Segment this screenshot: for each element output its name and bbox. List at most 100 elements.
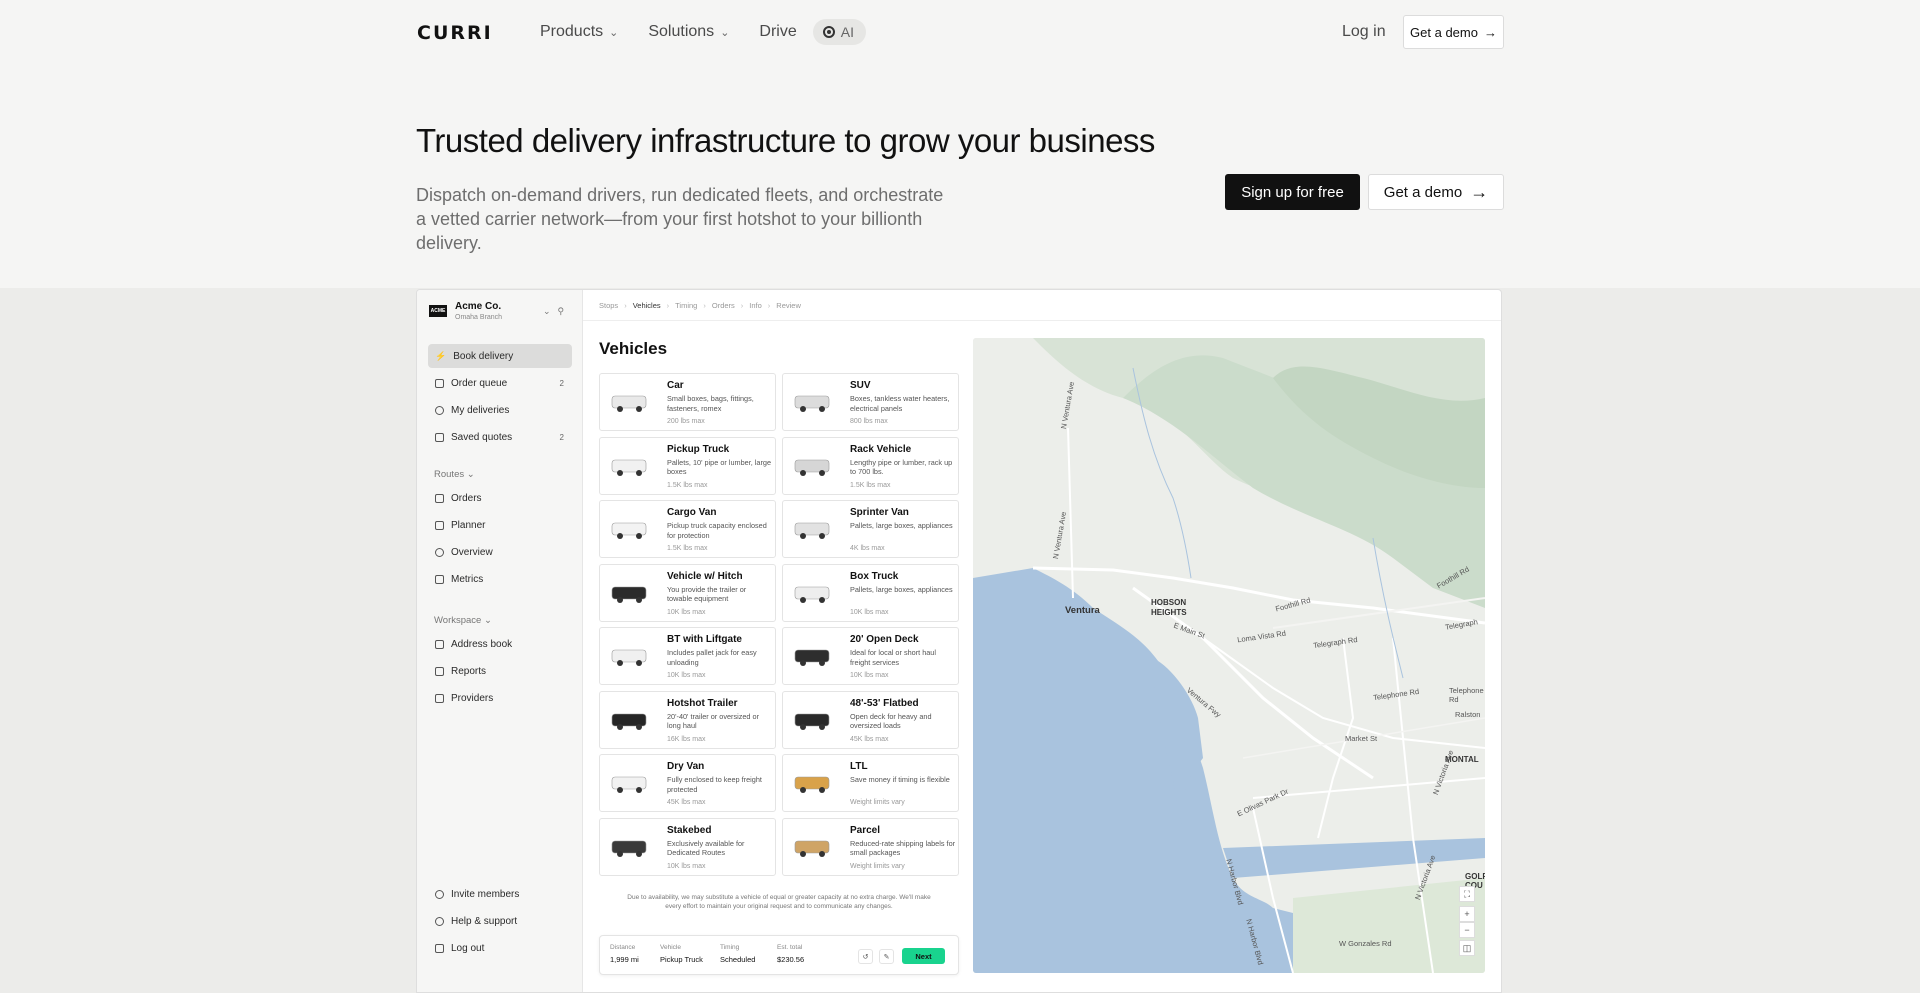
crumb-info[interactable]: Info (749, 301, 762, 310)
search-icon[interactable]: ⚲ (558, 306, 565, 317)
map-layers-button[interactable]: ◫ (1459, 940, 1475, 956)
fullscreen-button[interactable]: ⛶ (1459, 886, 1475, 902)
crumb-stops[interactable]: Stops (599, 301, 618, 310)
sidebar-label: Planner (451, 519, 486, 531)
chevron-right-icon: › (666, 300, 670, 310)
org-switcher[interactable]: ACME Acme Co. Omaha Branch (429, 301, 502, 321)
edit-button[interactable]: ✎ (879, 949, 894, 964)
vehicle-desc: Ideal for local or short haul freight se… (850, 648, 936, 667)
vehicle-car-icon (611, 395, 647, 412)
top-nav: CURRI Products ⌄ Solutions ⌄ Drive AI Log … (0, 0, 1920, 64)
vehicle-name: Rack Vehicle (850, 443, 912, 455)
route-map[interactable]: N Ventura Ave N Ventura Ave Ventura HOBS… (973, 338, 1485, 973)
login-link[interactable]: Log in (1342, 23, 1386, 41)
vehicle-desc: Save money if timing is flexible (850, 775, 950, 784)
reset-button[interactable]: ↺ (858, 949, 873, 964)
vehicle-desc: Exclusively available for Dedicated Rout… (667, 838, 745, 858)
box-icon (435, 493, 444, 503)
hero-demo-button[interactable]: Get a demo → (1368, 174, 1504, 210)
queue-icon (435, 378, 444, 388)
hero-subtitle: Dispatch on-demand drivers, run dedicate… (416, 185, 944, 253)
vehicle-card[interactable]: Car Small boxes, bags, fittings, fastener… (599, 373, 776, 431)
summary-distance: Distance 1,999 mi (610, 944, 639, 964)
sidebar-item-planner[interactable]: Planner (428, 513, 572, 537)
zoom-in-button[interactable]: + (1459, 906, 1475, 922)
vehicle-max: 4K lbs max (850, 545, 885, 552)
nav-demo-label: Get a demo (1410, 24, 1478, 40)
vehicle-parcel-icon (794, 840, 830, 857)
sidebar-item-logout[interactable]: Log out (428, 936, 572, 960)
chevron-down-icon: ⌄ (609, 26, 619, 39)
vehicle-card[interactable]: Sprinter Van Pallets, large boxes, applia… (782, 500, 959, 558)
next-button[interactable]: Next (902, 948, 945, 964)
main-panel: Stops › Vehicles › Timing › Orders › Info › R… (583, 290, 1501, 992)
sidebar-item-help[interactable]: Help & support (428, 909, 572, 933)
sidebar-label: Address book (451, 638, 513, 650)
vehicle-name: Car (667, 380, 684, 391)
curri-logo[interactable]: CURRI (417, 22, 493, 44)
vehicle-rack-vehicle-icon (794, 459, 830, 476)
vehicle-pickup-truck-icon (611, 459, 647, 476)
nav-ai-pill[interactable]: AI (812, 19, 866, 45)
crumb-timing[interactable]: Timing (675, 301, 697, 310)
chevron-down-icon[interactable]: ⌄ (543, 306, 551, 317)
vehicle-card[interactable]: Pickup Truck Pallets, 10' pipe or lumber,… (599, 436, 776, 495)
vehicle-card[interactable]: Stakebed Exclusively available for Dedica… (599, 817, 776, 876)
zoom-out-button[interactable]: − (1459, 922, 1475, 938)
vehicle-card[interactable]: Vehicle w/ Hitch You provide the trailer … (599, 563, 776, 622)
vehicle-card[interactable]: BT with Liftgate Includes pallet jack for… (599, 627, 776, 685)
sidebar-item-reports[interactable]: Reports (428, 659, 572, 683)
vehicle-card[interactable]: Rack Vehicle Lengthy pipe or lumber, rack… (782, 436, 959, 495)
vehicle-card[interactable]: Box Truck Pallets, large boxes, appliance… (782, 563, 959, 622)
vehicle-cargo-van-icon (611, 522, 647, 539)
nav-products[interactable]: Products ⌄ (540, 23, 618, 41)
vehicle-card[interactable]: 20' Open Deck Ideal for local or short ha… (782, 627, 959, 685)
summary-label: Est. total (777, 944, 803, 951)
vehicle-card[interactable]: Cargo Van Pickup truck capacity enclosed … (599, 500, 776, 558)
crumb-orders[interactable]: Orders (712, 301, 735, 310)
sidebar-label: Overview (451, 546, 493, 558)
sidebar-item-book-delivery[interactable]: ⚡ Book delivery (428, 344, 572, 368)
nav-drive[interactable]: Drive (759, 23, 796, 41)
vehicle-card[interactable]: Parcel Reduced-rate shipping labels for s… (782, 817, 959, 876)
summary-label: Timing (720, 944, 740, 951)
sidebar-label: Saved quotes (451, 431, 513, 443)
sidebar-label: Providers (451, 692, 494, 704)
sidebar-item-my-deliveries[interactable]: My deliveries (428, 398, 572, 422)
nav-solutions[interactable]: Solutions ⌄ (648, 23, 729, 41)
vehicle-card[interactable]: Hotshot Trailer 20'-40' trailer or oversi… (599, 690, 776, 749)
sidebar-label: Help & support (451, 915, 518, 927)
crumb-review[interactable]: Review (776, 301, 801, 310)
vehicle-name: Sprinter Van (850, 507, 909, 518)
sidebar-item-metrics[interactable]: Metrics (428, 567, 572, 591)
vehicle-name: LTL (850, 761, 868, 772)
sidebar-item-providers[interactable]: Providers (428, 686, 572, 710)
vehicle-desc: Pallets, 10' pipe or lumber, large boxes (667, 457, 772, 477)
vehicle-max: Weight limits vary (850, 862, 905, 870)
sidebar-item-saved-quotes[interactable]: Saved quotes 2 (428, 425, 572, 449)
vehicle-card[interactable]: LTL Save money if timing is flexible Weigh… (782, 754, 959, 812)
routes-section-title[interactable]: Routes ⌄ (434, 469, 475, 480)
vehicle-bt-with-liftgate-icon (611, 649, 647, 666)
chevron-down-icon: ⌄ (466, 469, 475, 480)
vehicle-desc: Pallets, large boxes, appliances (850, 584, 953, 594)
sidebar-item-invite-members[interactable]: Invite members (428, 882, 572, 906)
nav-demo-button[interactable]: Get a demo → (1403, 15, 1504, 49)
sidebar-item-order-queue[interactable]: Order queue 2 (428, 371, 572, 395)
workspace-section-title[interactable]: Workspace ⌄ (434, 615, 492, 626)
chevron-right-icon: › (740, 300, 744, 310)
sidebar-item-address-book[interactable]: Address book (428, 632, 572, 656)
vehicle-card[interactable]: Dry Van Fully enclosed to keep freight pr… (599, 754, 776, 812)
globe-icon (435, 547, 444, 557)
vehicles-title: Vehicles (599, 339, 668, 358)
sidebar-item-overview[interactable]: Overview (428, 540, 572, 564)
vehicle-dry-van-icon (611, 776, 647, 793)
vehicle-card[interactable]: 48'-53' Flatbed Open deck for heavy and o… (782, 690, 959, 749)
signup-button[interactable]: Sign up for free (1225, 174, 1360, 210)
chevron-down-icon: ⌄ (483, 615, 492, 626)
sidebar-item-orders[interactable]: Orders (428, 486, 572, 510)
vehicle-card[interactable]: SUV Boxes, tankless water heaters, electr… (782, 373, 959, 431)
vehicle-name: Pickup Truck (667, 443, 730, 455)
crumb-vehicles[interactable]: Vehicles (633, 301, 661, 310)
summary-total: Est. total $230.56 (777, 944, 804, 964)
